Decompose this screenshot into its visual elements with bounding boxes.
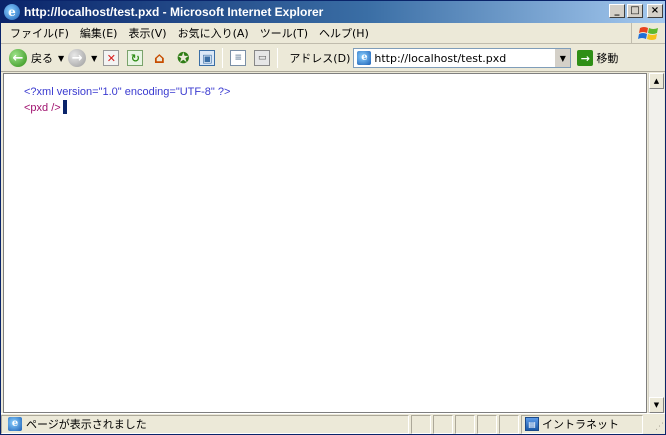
title-bar[interactable]: e http://localhost/test.pxd - Microsoft … <box>1 1 665 23</box>
go-button[interactable]: → 移動 <box>577 50 618 66</box>
browser-window: e http://localhost/test.pxd - Microsoft … <box>0 0 666 435</box>
close-button[interactable]: × <box>647 4 663 18</box>
print-icon[interactable]: ▭ <box>254 50 271 66</box>
status-pane <box>455 414 475 434</box>
minimize-button[interactable]: _ <box>609 4 625 18</box>
scroll-down-icon[interactable]: ▼ <box>649 397 664 413</box>
status-pane <box>499 414 519 434</box>
window-controls: _ □ × <box>609 4 663 18</box>
go-arrow-icon: → <box>577 50 594 66</box>
go-label: 移動 <box>596 52 619 65</box>
forward-icon: → <box>68 49 87 67</box>
toolbar-separator <box>222 48 224 68</box>
menu-help[interactable]: ヘルプ(H) <box>314 25 375 41</box>
status-page-icon: e <box>8 417 22 431</box>
home-icon[interactable]: ⌂ <box>151 49 167 67</box>
ie-icon: e <box>4 4 20 20</box>
status-text: ページが表示されました <box>26 418 147 431</box>
copy-page-icon[interactable]: ≡ <box>230 50 247 66</box>
status-bar: e ページが表示されました ▤ イントラネット ⋰ <box>1 413 665 434</box>
refresh-icon[interactable]: ↻ <box>127 50 144 66</box>
back-label: 戻る <box>31 52 53 65</box>
intranet-icon: ▤ <box>525 417 539 431</box>
stop-icon[interactable]: ✕ <box>103 50 120 66</box>
forward-dropdown-icon[interactable]: ▼ <box>91 54 97 63</box>
security-zone-pane: ▤ イントラネット <box>521 414 643 434</box>
menu-tools[interactable]: ツール(T) <box>255 25 314 41</box>
xml-element-line: <pxd /> <box>24 100 67 114</box>
toolbar-separator <box>277 48 279 68</box>
back-button[interactable]: ← 戻る ▼ <box>1 46 66 70</box>
back-dropdown-icon[interactable]: ▼ <box>58 54 64 63</box>
address-input[interactable]: http://localhost/test.pxd <box>374 52 506 65</box>
address-dropdown-icon[interactable]: ▼ <box>554 49 571 67</box>
menu-bar: ファイル(F) 編集(E) 表示(V) お気に入り(A) ツール(T) ヘルプ(… <box>1 23 665 44</box>
status-pane <box>433 414 453 434</box>
address-label: アドレス(D) <box>289 52 351 65</box>
history-icon[interactable]: ▣ <box>199 50 216 66</box>
window-title: http://localhost/test.pxd - Microsoft In… <box>24 5 324 19</box>
zone-label: イントラネット <box>542 418 619 431</box>
page-content[interactable]: <?xml version="1.0" encoding="UTF-8" ?> … <box>3 73 647 413</box>
windows-logo-icon <box>631 23 665 44</box>
status-pane <box>477 414 497 434</box>
page-icon: e <box>357 51 372 65</box>
xml-root-element: <pxd /> <box>24 102 61 114</box>
resize-grip-icon[interactable]: ⋰ <box>652 421 664 433</box>
menu-favorites[interactable]: お気に入り(A) <box>173 25 255 41</box>
forward-button[interactable]: → ▼ <box>66 46 99 70</box>
standard-toolbar: ← 戻る ▼ → ▼ ✕ ↻ ⌂ ✪ ▣ ≡ ▭ アドレス(D) e http:… <box>1 45 665 72</box>
menu-file[interactable]: ファイル(F) <box>5 25 75 41</box>
menu-view[interactable]: 表示(V) <box>123 25 172 41</box>
maximize-button[interactable]: □ <box>627 4 643 18</box>
text-caret <box>62 100 67 114</box>
address-bar[interactable]: e http://localhost/test.pxd ▼ <box>353 48 572 68</box>
vertical-scrollbar[interactable]: ▲ ▼ <box>648 73 664 413</box>
xml-declaration: <?xml version="1.0" encoding="UTF-8" ?> <box>24 86 231 98</box>
back-icon: ← <box>9 49 27 67</box>
menu-edit[interactable]: 編集(E) <box>75 25 124 41</box>
status-pane <box>411 414 431 434</box>
scroll-up-icon[interactable]: ▲ <box>649 73 664 89</box>
status-message-pane: e ページが表示されました <box>1 414 409 434</box>
favorites-icon[interactable]: ✪ <box>175 49 191 67</box>
